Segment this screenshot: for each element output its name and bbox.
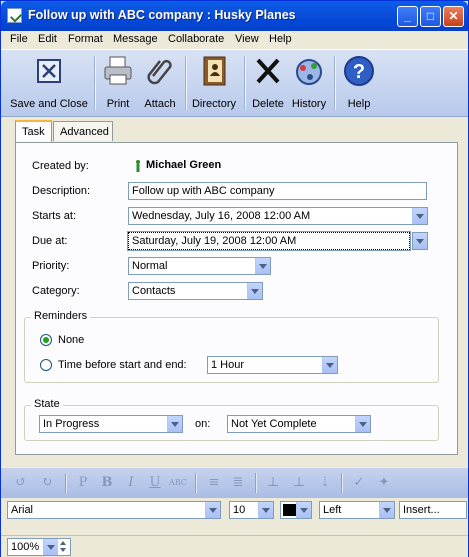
title-bar[interactable]: Follow up with ABC company : Husky Plane… — [1, 1, 468, 31]
task-check-icon — [7, 8, 22, 23]
tab-advanced[interactable]: Advanced — [53, 121, 113, 141]
task-panel: Created by: Michael Green Description: F… — [15, 142, 458, 455]
color-swatch — [283, 504, 297, 516]
svg-text:?: ? — [353, 61, 365, 83]
magic-icon[interactable]: ✦ — [376, 475, 392, 491]
numbered-list-icon[interactable]: ≡ — [206, 475, 222, 491]
bullet-list-icon[interactable]: ≣ — [230, 475, 246, 491]
menu-bar: File Edit Format Message Collaborate Vie… — [1, 31, 468, 49]
font-family-select[interactable]: Arial — [7, 501, 221, 519]
chevron-down-icon[interactable] — [379, 502, 394, 518]
menu-help[interactable]: Help — [269, 33, 292, 45]
due-at-label: Due at: — [32, 235, 68, 247]
chevron-down-icon[interactable] — [205, 502, 220, 518]
delete-x-icon — [251, 54, 285, 88]
app-window: Follow up with ABC company : Husky Plane… — [0, 0, 469, 557]
starts-at-label: Starts at: — [32, 210, 77, 222]
user-icon — [136, 160, 140, 172]
underline-icon[interactable]: U — [147, 475, 163, 491]
state-status-select[interactable]: In Progress — [39, 415, 183, 433]
main-toolbar: Save and Close Print Attach Directory De… — [1, 49, 468, 117]
state-on-label: on: — [195, 418, 211, 430]
chevron-down-icon[interactable] — [255, 258, 270, 274]
chevron-down-icon[interactable] — [167, 416, 182, 432]
save-close-icon — [32, 54, 66, 88]
zoom-select[interactable]: 100% — [7, 538, 71, 556]
chevron-down-icon[interactable] — [258, 502, 273, 518]
reminder-before-radio[interactable] — [40, 359, 52, 371]
state-completion-select[interactable]: Not Yet Complete — [227, 415, 371, 433]
description-label: Description: — [32, 185, 91, 197]
tab-task[interactable]: Task — [15, 120, 52, 143]
indent-icon[interactable]: ⊥ — [291, 475, 307, 491]
redo-icon[interactable]: ↻ — [39, 475, 55, 491]
maximize-button[interactable]: □ — [420, 6, 441, 27]
print-button[interactable]: Print — [100, 54, 136, 110]
chevron-down-icon[interactable] — [412, 208, 427, 224]
chevron-down-icon[interactable] — [296, 502, 311, 518]
alignment-select[interactable]: Left — [319, 501, 395, 519]
created-by-value: Michael Green — [146, 159, 222, 171]
format-bar: Arial 10 Left Insert... — [1, 499, 468, 521]
chevron-down-icon[interactable] — [355, 416, 370, 432]
reminder-before-label: Time before start and end: — [58, 359, 187, 371]
paragraph-icon[interactable]: P — [75, 475, 91, 491]
chevron-down-icon[interactable] — [322, 357, 337, 373]
starts-at-select[interactable]: Wednesday, July 16, 2008 12:00 AM — [128, 207, 428, 225]
reminder-time-select[interactable]: 1 Hour — [207, 356, 338, 374]
description-input[interactable]: Follow up with ABC company — [128, 182, 427, 200]
history-icon — [292, 54, 326, 88]
menu-format[interactable]: Format — [68, 33, 103, 45]
priority-label: Priority: — [32, 260, 70, 272]
help-button[interactable]: ? Help — [341, 54, 377, 110]
category-select[interactable]: Contacts — [128, 282, 263, 300]
insert-select[interactable]: Insert... — [399, 501, 467, 519]
save-and-close-button[interactable]: Save and Close — [9, 54, 89, 110]
due-at-dropdown[interactable] — [412, 232, 428, 250]
due-at-select[interactable]: Saturday, July 19, 2008 12:00 AM — [127, 231, 411, 251]
priority-select[interactable]: Normal — [128, 257, 271, 275]
state-group: State In Progress on: Not Yet Complete — [24, 398, 439, 441]
italic-icon[interactable]: I — [123, 475, 139, 491]
history-button[interactable]: History — [290, 54, 328, 110]
address-book-icon — [197, 54, 231, 88]
zoom-spinner-icon[interactable] — [58, 539, 70, 555]
window-title: Follow up with ABC company : Husky Plane… — [28, 8, 296, 22]
delete-button[interactable]: Delete — [250, 54, 286, 110]
help-question-icon: ? — [342, 54, 376, 88]
menu-file[interactable]: File — [10, 33, 28, 45]
menu-collaborate[interactable]: Collaborate — [168, 33, 224, 45]
created-by-label: Created by: — [32, 160, 89, 172]
undo-icon[interactable]: ↺ — [13, 475, 29, 491]
printer-icon — [101, 54, 135, 88]
chevron-down-icon[interactable] — [43, 539, 58, 555]
menu-message[interactable]: Message — [113, 33, 158, 45]
zoom-bar: 100% — [1, 535, 468, 557]
minimize-button[interactable]: _ — [397, 6, 418, 27]
reminders-group: Reminders None Time before start and end… — [24, 310, 439, 383]
state-title: State — [31, 398, 63, 410]
spellcheck-icon[interactable]: ✓ — [351, 475, 367, 491]
font-color-select[interactable] — [280, 501, 312, 519]
menu-view[interactable]: View — [235, 33, 259, 45]
font-size-select[interactable]: 10 — [229, 501, 274, 519]
reminder-none-label: None — [58, 334, 85, 346]
strikethrough-icon[interactable]: ABC — [169, 475, 187, 491]
chevron-down-icon[interactable] — [247, 283, 262, 299]
directory-button[interactable]: Directory — [190, 54, 238, 110]
close-button[interactable]: ✕ — [443, 6, 464, 27]
chevron-down-icon[interactable] — [413, 233, 427, 249]
editor-toolbar: ↺ ↻ P B I U ABC ≡ ≣ ⊥ ⊥ ⇣ ✓ ✦ — [1, 467, 468, 498]
reminder-none-radio[interactable] — [40, 334, 52, 346]
link-icon[interactable]: ⇣ — [317, 475, 333, 491]
attach-button[interactable]: Attach — [140, 54, 180, 110]
align-icon[interactable]: ⊥ — [265, 475, 281, 491]
bold-icon[interactable]: B — [99, 475, 115, 491]
category-label: Category: — [32, 285, 80, 297]
paperclip-icon — [143, 54, 177, 88]
menu-edit[interactable]: Edit — [38, 33, 57, 45]
reminders-title: Reminders — [31, 310, 91, 322]
